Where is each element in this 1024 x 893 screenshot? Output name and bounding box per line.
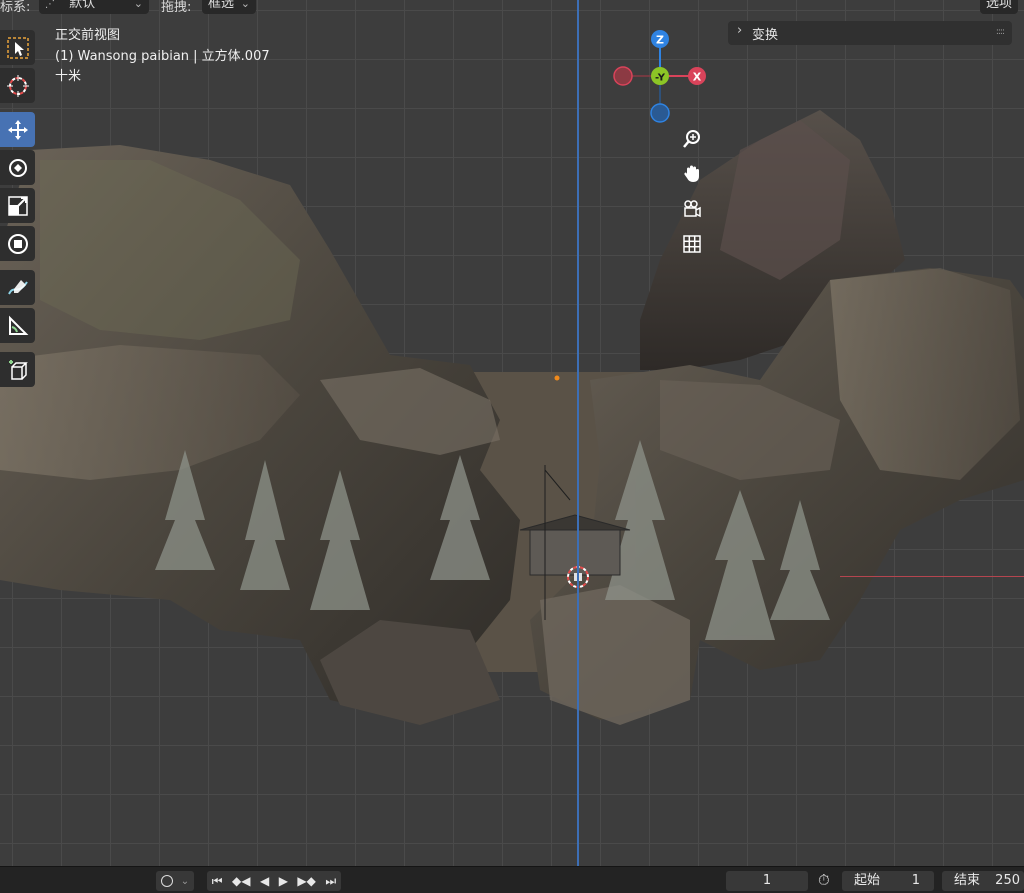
drag-value: 框选 — [208, 0, 235, 11]
gizmo-neg-z-axis[interactable] — [650, 103, 670, 123]
drag-grip-icon[interactable]: :::: — [996, 27, 1005, 37]
start-frame-field[interactable]: 起始 1 — [842, 871, 934, 891]
play-reverse-icon[interactable]: ◀ — [260, 874, 269, 888]
select-box-tool[interactable] — [0, 30, 35, 65]
viewport-header: 标系: ⋰ 默认 ⌄ 拖拽: 框选 ⌄ 选项 — [0, 0, 1024, 16]
transform-tool[interactable] — [0, 226, 35, 261]
ortho-toggle-button[interactable] — [678, 230, 706, 258]
cursor-tool[interactable] — [0, 68, 35, 103]
origin-dot — [554, 375, 560, 381]
jump-start-icon[interactable]: ⏮ — [212, 874, 223, 889]
add-cube-tool[interactable] — [0, 352, 35, 387]
prev-keyframe-icon[interactable]: ◆◀ — [232, 874, 250, 888]
scene-render — [0, 110, 1024, 725]
timeline-bar: ⌄ ⏮ ◆◀ ◀ ▶ ▶◆ ⏭ 1 ⏱ 起始 1 结束 250 — [0, 866, 1024, 893]
play-icon[interactable]: ▶ — [279, 874, 288, 888]
chevron-down-icon: ⌄ — [180, 875, 190, 887]
navigation-gizmo[interactable]: Z X -Y — [610, 26, 710, 126]
rotate-tool[interactable] — [0, 150, 35, 185]
options-button[interactable]: 选项 — [980, 0, 1018, 14]
current-frame-field[interactable]: 1 — [726, 871, 808, 891]
cursor-icon — [6, 74, 29, 97]
chevron-down-icon: ⌄ — [133, 0, 143, 10]
select-box-icon — [6, 36, 29, 59]
start-frame-label: 起始 — [854, 873, 881, 888]
gizmo-x-label: X — [693, 71, 702, 84]
pan-button[interactable] — [678, 160, 706, 188]
transform-panel-header[interactable]: › 变换 :::: — [728, 21, 1012, 45]
annotate-tool[interactable] — [0, 270, 35, 305]
record-circle-icon — [160, 875, 173, 887]
z-axis-line — [577, 0, 579, 866]
camera-view-button[interactable] — [678, 195, 706, 223]
start-frame-value: 1 — [911, 873, 920, 888]
chevron-right-icon: › — [737, 23, 743, 38]
stopwatch-icon[interactable]: ⏱ — [818, 871, 830, 889]
annotate-icon — [7, 279, 28, 295]
zoom-icon — [683, 130, 700, 148]
add-cube-icon — [8, 359, 28, 380]
scale-label: 十米 — [55, 69, 82, 84]
gizmo-y-label: -Y — [655, 73, 666, 84]
3d-viewport[interactable] — [0, 0, 1024, 866]
jump-end-icon[interactable]: ⏭ — [325, 874, 336, 889]
playback-controls: ⏮ ◆◀ ◀ ▶ ▶◆ ⏭ — [207, 871, 341, 891]
transform-icon — [7, 233, 28, 254]
viewport-info: 正交前视图 (1) Wansong paibian | 立方体.007 十米 — [55, 26, 270, 88]
zoom-button[interactable] — [678, 125, 706, 153]
end-frame-label: 结束 — [954, 873, 981, 888]
transform-panel-title: 变换 — [752, 28, 779, 43]
scale-tool[interactable] — [0, 188, 35, 223]
scale-icon — [7, 195, 28, 216]
end-frame-value: 250 — [995, 873, 1020, 888]
gizmo-z-label: Z — [656, 34, 664, 47]
drag-label: 拖拽: — [161, 0, 192, 15]
coord-system-value: 默认 — [69, 0, 96, 11]
move-icon — [7, 119, 28, 140]
measure-icon — [8, 315, 28, 335]
drag-dropdown[interactable]: 框选 ⌄ — [202, 0, 256, 14]
pan-hand-icon — [684, 165, 699, 182]
chevron-down-icon: ⌄ — [240, 0, 250, 10]
view-name: 正交前视图 — [55, 28, 121, 43]
coord-system-dropdown[interactable]: ⋰ 默认 ⌄ — [39, 0, 149, 14]
move-tool[interactable] — [0, 112, 35, 147]
rotate-icon — [8, 158, 27, 177]
coord-system-label: 标系: — [0, 0, 31, 15]
x-axis-line — [840, 576, 1024, 577]
camera-icon — [684, 200, 701, 218]
grid-icon — [683, 235, 701, 253]
next-keyframe-icon[interactable]: ▶◆ — [297, 874, 315, 888]
gizmo-neg-x-axis[interactable] — [613, 66, 633, 86]
object-info: (1) Wansong paibian | 立方体.007 — [55, 48, 270, 64]
end-frame-field[interactable]: 结束 250 — [942, 871, 1024, 891]
orientation-icon: ⋰ — [45, 0, 55, 10]
keying-dropdown[interactable]: ⌄ — [156, 871, 194, 891]
measure-tool[interactable] — [0, 308, 35, 343]
